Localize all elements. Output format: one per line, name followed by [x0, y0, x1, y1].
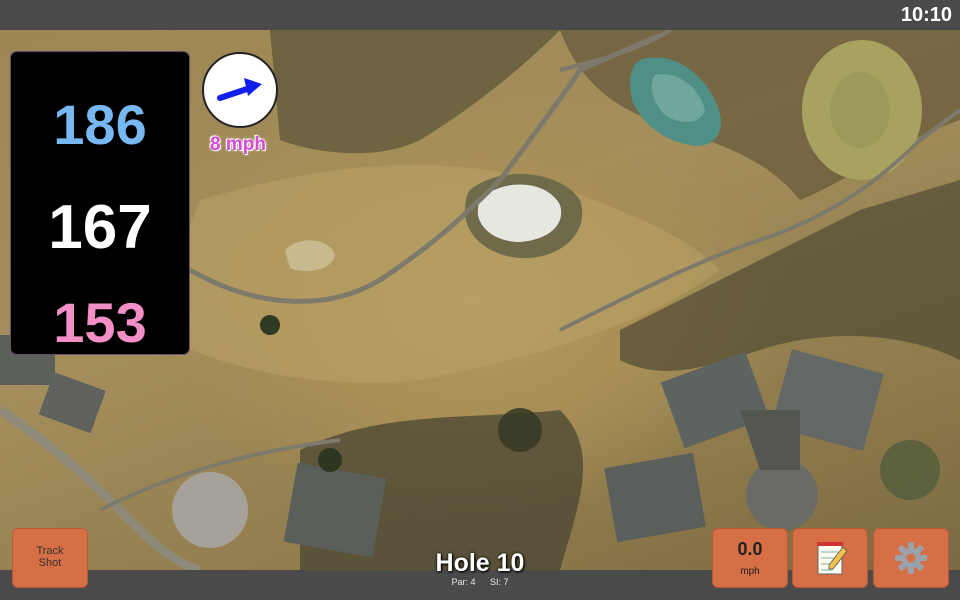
status-time: 10:10 — [900, 4, 952, 26]
speed-unit: mph — [740, 566, 760, 577]
hole-info: Par: 4 SI: 7 — [400, 577, 560, 587]
settings-button[interactable] — [873, 528, 949, 588]
status-bar: 10:10 — [0, 0, 960, 30]
hole-par: Par: 4 — [451, 577, 476, 587]
hole-title: Hole 10 — [435, 549, 525, 577]
speed-button[interactable]: 0.0 mph — [712, 528, 788, 588]
course-map[interactable]: 186 167 153 8 mph — [0, 30, 960, 570]
track-shot-label-line1: Track — [36, 545, 64, 557]
track-shot-button[interactable]: Track Shot — [12, 528, 88, 588]
hole-stroke-index: SI: 7 — [490, 577, 509, 587]
notepad-icon — [817, 542, 848, 575]
wind-speed: 8 mph — [210, 134, 266, 155]
wind-arrow-icon — [217, 78, 262, 101]
gear-icon — [895, 542, 927, 574]
front-distance: 153 — [53, 291, 147, 354]
back-distance: 186 — [53, 93, 147, 156]
track-shot-label-line2: Shot — [38, 557, 62, 569]
distance-panel: 186 167 153 — [11, 52, 189, 354]
wind-direction-indicator — [202, 52, 278, 128]
speed-value: 0.0 — [737, 539, 763, 559]
middle-distance: 167 — [48, 193, 152, 262]
notes-button[interactable] — [792, 528, 868, 588]
